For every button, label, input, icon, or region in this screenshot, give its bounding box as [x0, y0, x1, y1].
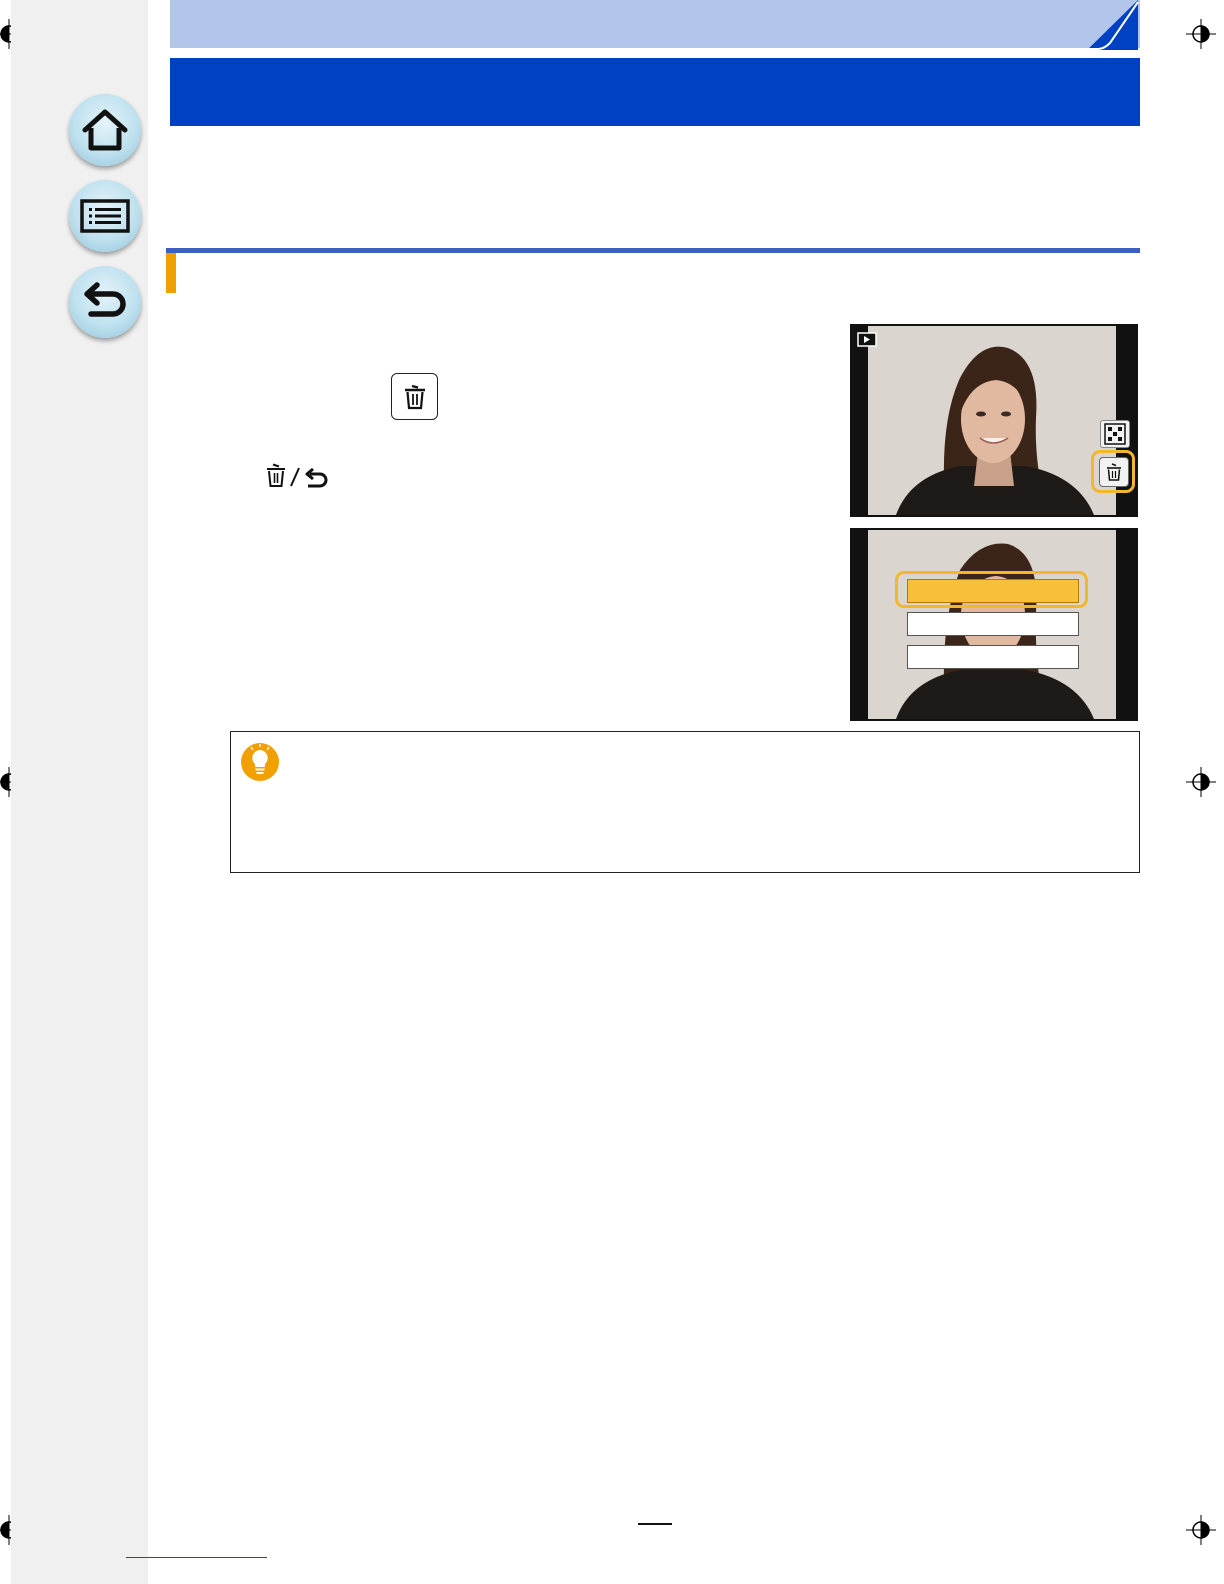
delete-option-2[interactable]: [907, 612, 1079, 636]
header-corner-tab: [1080, 0, 1139, 50]
multi-playback-button[interactable]: [1100, 420, 1130, 448]
registration-mark-bottom-right: [1186, 1515, 1216, 1545]
chapter-header-band: [170, 0, 1140, 48]
registration-mark-top-right: [1186, 19, 1216, 49]
playback-screen: [850, 324, 1138, 517]
back-button[interactable]: [69, 266, 141, 338]
portrait-photo: [868, 326, 1116, 515]
trash-icon: [267, 463, 285, 487]
list-icon: [80, 199, 130, 233]
delete-menu-screen: [850, 528, 1138, 721]
delete-touch-button[interactable]: [1099, 457, 1129, 487]
footer-link-underline[interactable]: [126, 1557, 267, 1558]
playback-mode-icon: [857, 332, 877, 347]
delete-option-3[interactable]: [907, 645, 1079, 669]
delete-return-button-icon: [267, 463, 328, 488]
home-button[interactable]: [69, 94, 141, 166]
delete-touch-icon: [1107, 463, 1121, 481]
return-icon: [84, 282, 126, 317]
contents-menu-button[interactable]: [69, 180, 141, 252]
page-number-line: [638, 1523, 672, 1525]
tip-box: [230, 731, 1140, 873]
delete-option-1[interactable]: [907, 579, 1079, 603]
trash-icon: [404, 384, 425, 409]
home-icon: [82, 109, 128, 151]
section-title-band: [170, 58, 1140, 126]
return-icon: [305, 467, 328, 488]
delete-touch-button: [391, 373, 438, 420]
multi-playback-icon: [1104, 423, 1126, 445]
lightbulb-icon: [241, 743, 279, 781]
subsection-accent: [166, 253, 176, 293]
section-divider: [166, 248, 1140, 253]
registration-mark-mid-right: [1186, 767, 1216, 797]
